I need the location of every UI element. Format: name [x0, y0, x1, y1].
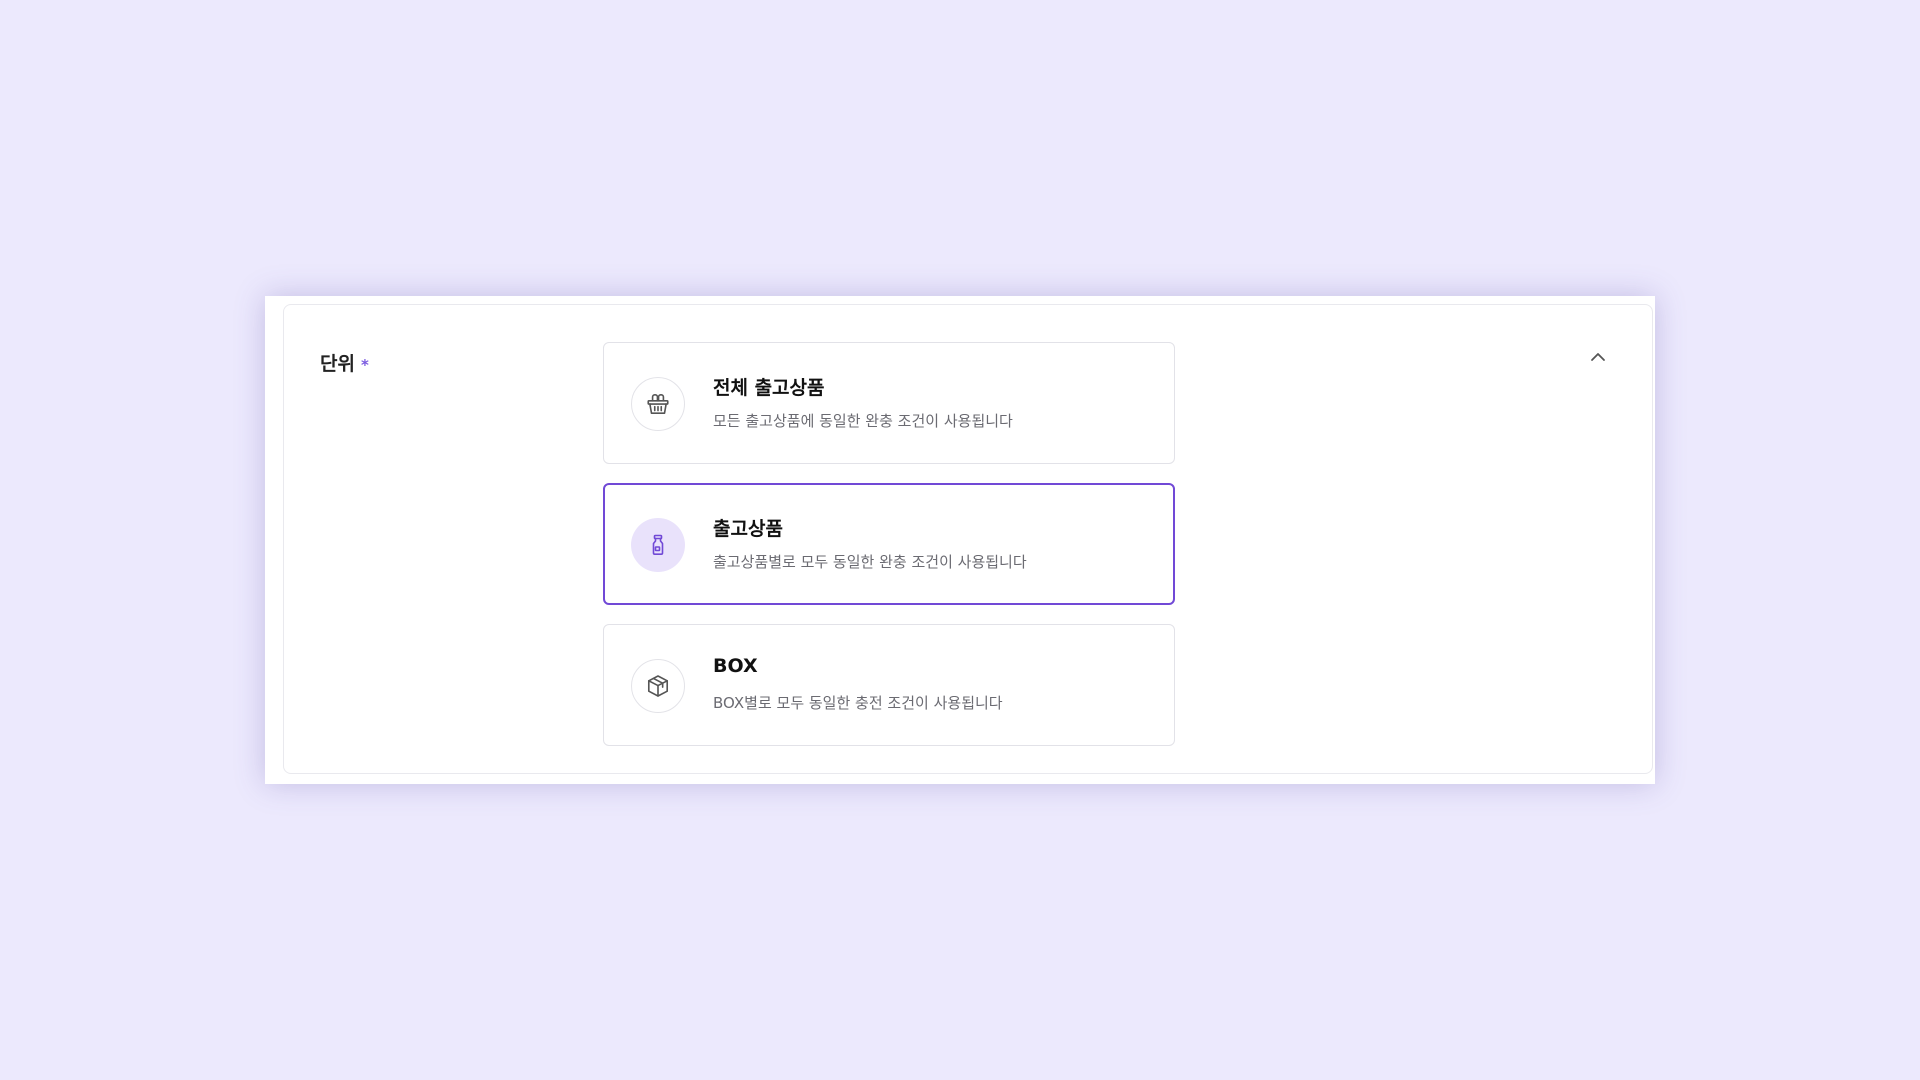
unit-settings-panel: 단위 * 전체 출고상품 모든 출고상품에 동일한 완충 조건이 사용됩니다 출…	[265, 296, 1655, 784]
required-mark: *	[360, 356, 369, 374]
option-description: 출고상품별로 모두 동일한 완충 조건이 사용됩니다	[713, 553, 1027, 571]
option-title: 출고상품	[713, 518, 783, 540]
unit-options: 전체 출고상품 모든 출고상품에 동일한 완충 조건이 사용됩니다 출고상품 출…	[603, 342, 1175, 746]
option-description: BOX별로 모두 동일한 충전 조건이 사용됩니다	[713, 694, 1003, 712]
basket-icon-wrap	[631, 377, 685, 431]
option-title: 전체 출고상품	[713, 377, 825, 399]
field-label-text: 단위	[320, 353, 355, 375]
bottle-icon	[652, 534, 664, 555]
option-description: 모든 출고상품에 동일한 완충 조건이 사용됩니다	[713, 412, 1013, 430]
unit-field-card: 단위 * 전체 출고상품 모든 출고상품에 동일한 완충 조건이 사용됩니다 출…	[283, 304, 1653, 774]
bottle-icon-wrap	[631, 518, 685, 572]
box-icon-wrap	[631, 659, 685, 713]
basket-icon	[647, 393, 669, 415]
option-all-products[interactable]: 전체 출고상품 모든 출고상품에 동일한 완충 조건이 사용됩니다	[603, 342, 1175, 464]
collapse-button[interactable]	[1584, 343, 1612, 371]
box-icon	[647, 675, 669, 697]
option-box[interactable]: BOX BOX별로 모두 동일한 충전 조건이 사용됩니다	[603, 624, 1175, 746]
field-label: 단위 *	[320, 349, 369, 376]
option-title: BOX	[713, 655, 758, 677]
chevron-up-icon	[1591, 353, 1605, 361]
option-products[interactable]: 출고상품 출고상품별로 모두 동일한 완충 조건이 사용됩니다	[603, 483, 1175, 605]
